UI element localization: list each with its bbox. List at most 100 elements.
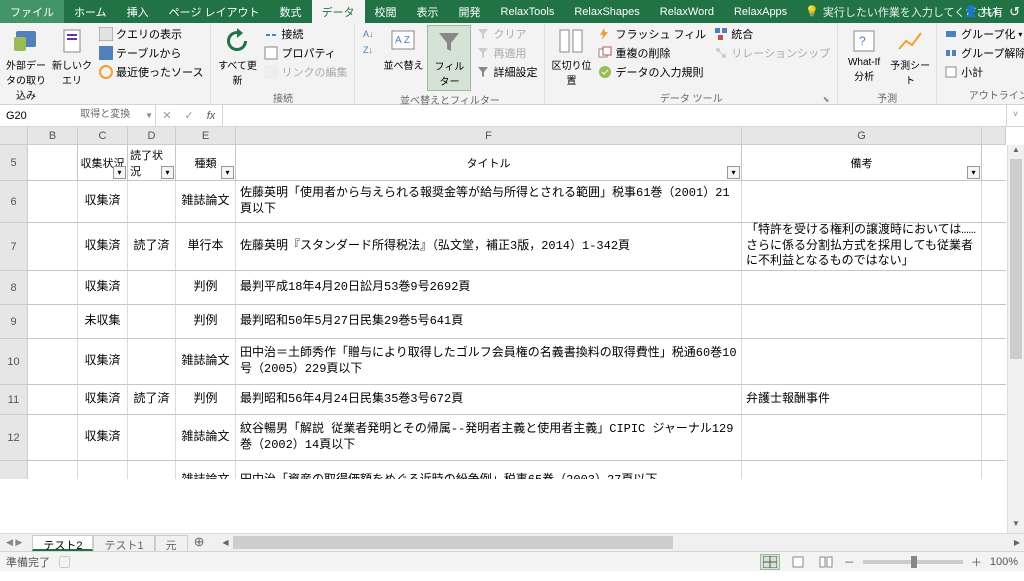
row-header[interactable]: 9 [0, 305, 28, 339]
row-header[interactable]: 11 [0, 385, 28, 415]
text-to-columns-button[interactable]: 区切り位置 [549, 25, 593, 89]
scroll-down-icon[interactable]: ▼ [1008, 519, 1024, 533]
sort-desc-button[interactable]: Z↓ [359, 41, 379, 57]
from-table-button[interactable]: テーブルから [96, 44, 206, 62]
tab-relaxtools[interactable]: RelaxTools [491, 0, 565, 23]
col-header-d[interactable]: D [128, 127, 176, 145]
reapply-button[interactable]: 再適用 [473, 44, 540, 62]
cell[interactable]: 判例 [176, 385, 236, 415]
row-header[interactable]: 12 [0, 415, 28, 461]
cell[interactable] [28, 223, 78, 271]
cell[interactable] [982, 223, 1006, 271]
cell[interactable]: 読了済 [128, 385, 176, 415]
cell[interactable] [982, 339, 1006, 385]
tab-file[interactable]: ファイル [0, 0, 64, 23]
row-header[interactable]: 8 [0, 271, 28, 305]
header-cell-f[interactable]: タイトル▾ [236, 145, 742, 181]
tab-home[interactable]: ホーム [64, 0, 117, 23]
cell[interactable]: 収集済 [78, 415, 128, 461]
clear-filter-button[interactable]: クリア [473, 25, 540, 43]
row-header-5[interactable]: 5 [0, 145, 28, 181]
new-query-button[interactable]: 新しいクエリ [50, 25, 94, 89]
worksheet-grid[interactable]: B C D E F G 5 収集状況▾ 読了状況▾ 種類▾ タイトル▾ 備考▾ … [0, 127, 1024, 533]
select-all-corner[interactable] [0, 127, 28, 145]
filter-toggle-icon[interactable]: ▾ [727, 166, 740, 179]
sort-button[interactable]: A Z 並べ替え [381, 25, 425, 74]
cell[interactable] [128, 271, 176, 305]
expand-formula-bar-button[interactable]: ˅ [1006, 105, 1024, 126]
cell[interactable]: 弁護士報酬事件 [742, 385, 982, 415]
cell[interactable] [28, 461, 78, 479]
cell[interactable] [982, 461, 1006, 479]
get-external-data-button[interactable]: 外部データの取り込み [4, 25, 48, 104]
header-cell-d[interactable]: 読了状況▾ [128, 145, 176, 181]
cell[interactable] [28, 271, 78, 305]
cell[interactable] [128, 339, 176, 385]
header-cell-e[interactable]: 種類▾ [176, 145, 236, 181]
dialog-launcher-icon[interactable]: ⬊ [821, 95, 831, 105]
vertical-scrollbar[interactable]: ▲ ▼ [1007, 145, 1024, 533]
sheet-nav[interactable]: ◀ ▶ [0, 534, 28, 551]
history-icon[interactable]: ↺ [1009, 4, 1020, 20]
tab-pagelayout[interactable]: ページ レイアウト [159, 0, 270, 23]
chevron-down-icon[interactable]: ▼ [145, 111, 153, 120]
filter-toggle-icon[interactable]: ▾ [113, 166, 126, 179]
filter-button[interactable]: フィルター [427, 25, 471, 91]
subtotal-button[interactable]: 小計 [941, 63, 1024, 81]
cell[interactable] [28, 181, 78, 223]
cell[interactable]: 佐藤英明「使用者から与えられる報奨金等が給与所得とされる範囲」税事61巻（200… [236, 181, 742, 223]
cell[interactable]: 雑誌論文 [176, 461, 236, 479]
tab-data[interactable]: データ [312, 0, 365, 23]
data-validation-button[interactable]: データの入力規則 [595, 63, 709, 81]
cell[interactable] [742, 305, 982, 339]
cell[interactable]: 佐藤英明『スタンダード所得税法』（弘文堂，補正3版，2014）1-342頁 [236, 223, 742, 271]
zoom-level[interactable]: 100% [990, 556, 1018, 568]
filter-toggle-icon[interactable]: ▾ [221, 166, 234, 179]
header-cell-c[interactable]: 収集状況▾ [78, 145, 128, 181]
cell[interactable] [28, 339, 78, 385]
edit-links-button[interactable]: リンクの編集 [261, 63, 350, 81]
cell[interactable] [742, 271, 982, 305]
zoom-slider[interactable] [863, 560, 963, 564]
tab-review[interactable]: 校閲 [365, 0, 407, 23]
cell[interactable]: 収集済 [78, 181, 128, 223]
cell[interactable]: 収集済 [78, 339, 128, 385]
filter-toggle-icon[interactable]: ▾ [967, 166, 980, 179]
cell[interactable] [742, 339, 982, 385]
page-layout-view-button[interactable] [788, 554, 808, 570]
cell[interactable]: 雑誌論文 [176, 415, 236, 461]
flash-fill-button[interactable]: フラッシュ フィル [595, 25, 709, 43]
filter-toggle-icon[interactable]: ▾ [161, 166, 174, 179]
sheet-tab-test2[interactable]: テスト2 [32, 535, 93, 551]
cell[interactable]: 田中治＝土師秀作「贈与により取得したゴルフ会員権の名義書換料の取得費性」税通60… [236, 339, 742, 385]
horizontal-scrollbar[interactable]: ◀ ▶ [219, 534, 1024, 551]
cell[interactable] [742, 415, 982, 461]
header-cell-g[interactable]: 備考▾ [742, 145, 982, 181]
cell[interactable]: 「特許を受ける権利の譲渡時においては……さらに係る分割払方式を採用しても従業者に… [742, 223, 982, 271]
tab-developer[interactable]: 開発 [449, 0, 491, 23]
macro-record-icon[interactable]: ▢ [59, 557, 70, 569]
col-header-c[interactable]: C [78, 127, 128, 145]
sheet-tab-moto[interactable]: 元 [155, 535, 188, 551]
col-header-f[interactable]: F [236, 127, 742, 145]
cell[interactable] [78, 461, 128, 479]
remove-duplicates-button[interactable]: 重複の削除 [595, 44, 709, 62]
share-button[interactable]: 👤 共有 [964, 4, 1003, 20]
group-button[interactable]: グループ化 ▾ [941, 25, 1024, 43]
tab-relaxword[interactable]: RelaxWord [650, 0, 724, 23]
scroll-thumb[interactable] [1010, 159, 1022, 359]
row-header[interactable]: 7 [0, 223, 28, 271]
col-header-g[interactable]: G [742, 127, 982, 145]
cell[interactable]: 雑誌論文 [176, 181, 236, 223]
name-box[interactable]: G20 ▼ [0, 105, 156, 126]
cell[interactable] [982, 271, 1006, 305]
cell[interactable] [128, 181, 176, 223]
cell[interactable]: 最判昭和56年4月24日民集35巻3号672頁 [236, 385, 742, 415]
add-sheet-button[interactable]: ⊕ [188, 534, 211, 551]
formula-input[interactable] [223, 105, 1006, 126]
forecast-sheet-button[interactable]: 予測シート [888, 25, 932, 89]
tab-relaxapps[interactable]: RelaxApps [724, 0, 797, 23]
tab-relaxshapes[interactable]: RelaxShapes [564, 0, 649, 23]
cell[interactable] [128, 461, 176, 479]
cell[interactable]: 判例 [176, 305, 236, 339]
